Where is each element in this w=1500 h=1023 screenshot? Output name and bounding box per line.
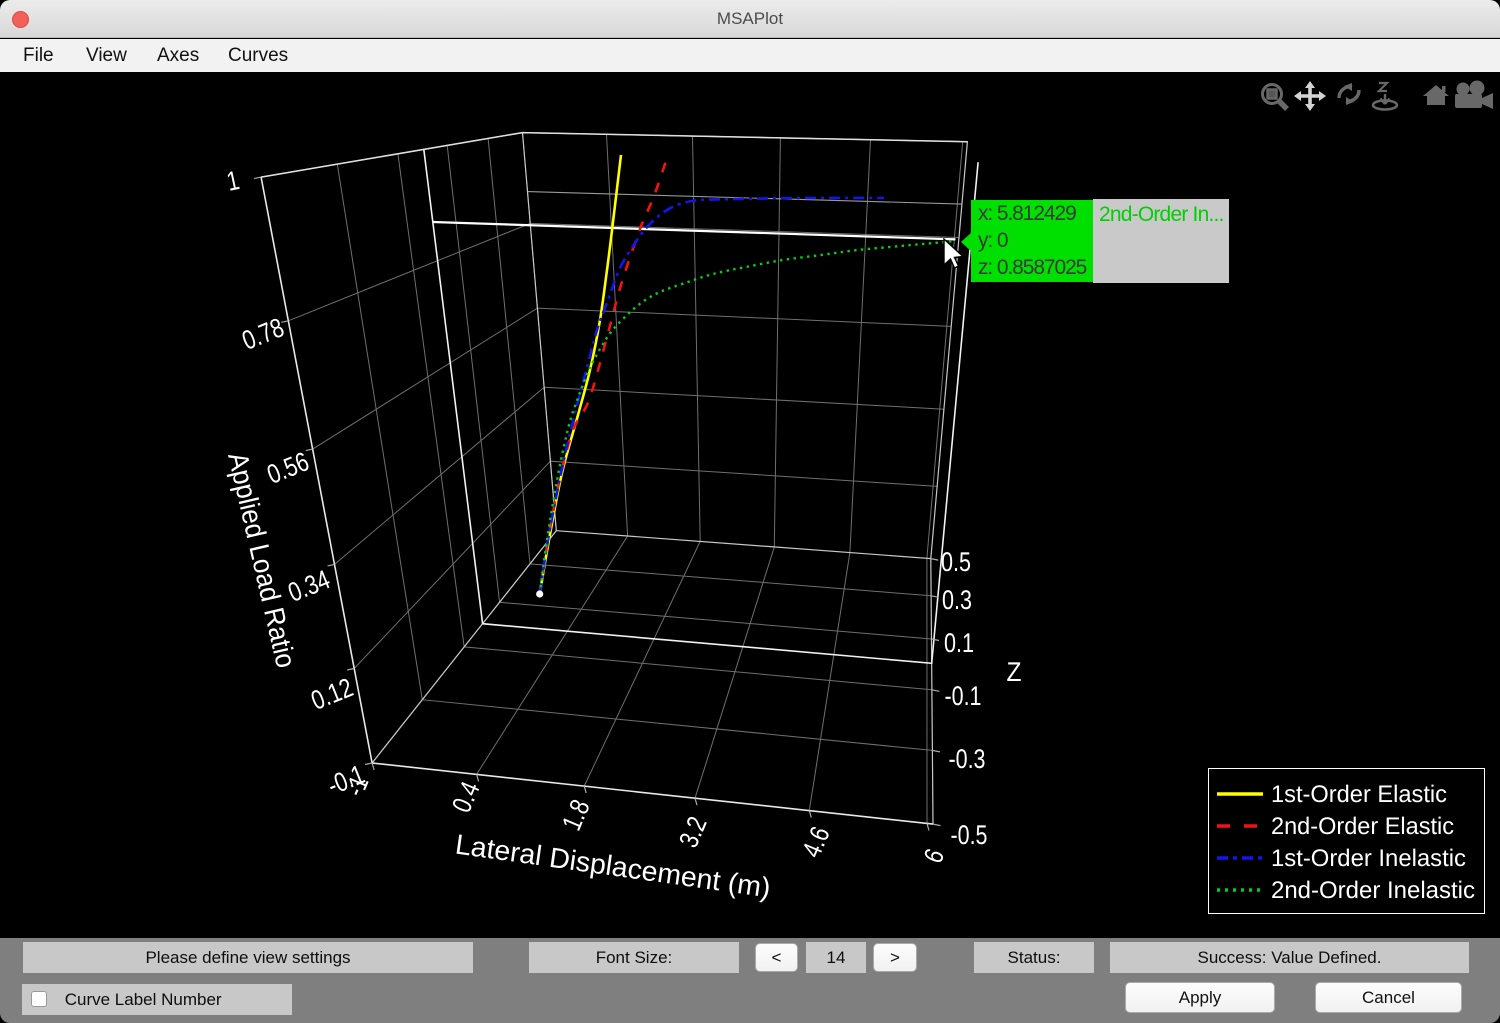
svg-text:Z: Z [1007, 657, 1022, 687]
svg-text:2nd-Order Elastic: 2nd-Order Elastic [1271, 813, 1454, 840]
svg-text:1: 1 [224, 165, 242, 197]
svg-text:1.8: 1.8 [556, 795, 595, 834]
svg-text:2nd-Order Inelastic: 2nd-Order Inelastic [1271, 877, 1475, 904]
svg-text:3.2: 3.2 [673, 812, 712, 851]
svg-text:0.4: 0.4 [446, 777, 485, 816]
svg-text:-0.1: -0.1 [945, 681, 982, 711]
svg-text:4.6: 4.6 [796, 822, 835, 861]
svg-text:0.78: 0.78 [238, 312, 288, 356]
svg-text:6: 6 [918, 845, 950, 868]
svg-text:Lateral Displacement (m): Lateral Displacement (m) [453, 829, 772, 904]
svg-text:0.56: 0.56 [263, 446, 313, 490]
svg-text:1st-Order Inelastic: 1st-Order Inelastic [1271, 845, 1466, 872]
svg-text:0.34: 0.34 [284, 564, 334, 608]
svg-text:-0.3: -0.3 [949, 744, 986, 774]
svg-text:0.1: 0.1 [944, 628, 974, 658]
svg-text:0.3: 0.3 [942, 585, 972, 615]
svg-text:-0.5: -0.5 [951, 820, 988, 850]
svg-text:0.12: 0.12 [307, 672, 357, 716]
svg-text:1st-Order Elastic: 1st-Order Elastic [1271, 781, 1447, 808]
svg-text:0.5: 0.5 [941, 547, 971, 577]
